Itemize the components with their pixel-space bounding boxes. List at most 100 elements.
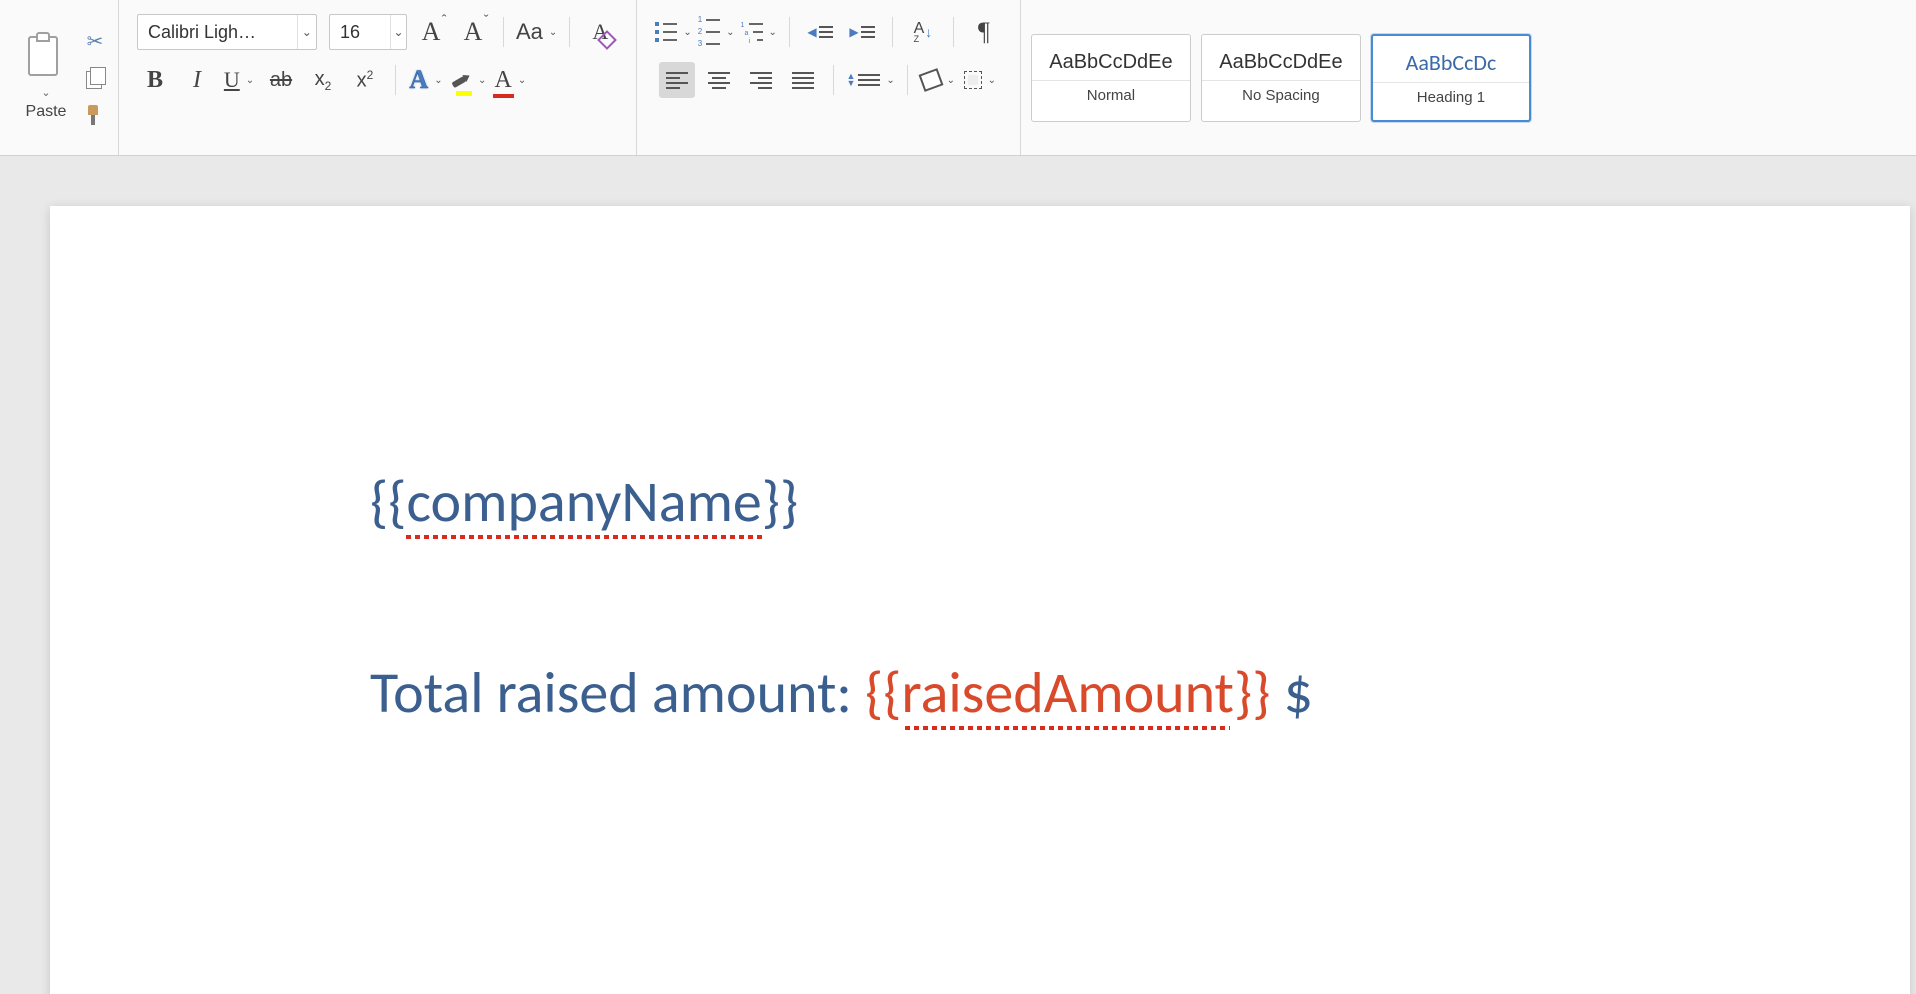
format-painter-button[interactable] bbox=[82, 101, 108, 127]
divider bbox=[953, 17, 954, 47]
shrink-font-button[interactable]: A bbox=[455, 14, 491, 50]
paint-bucket-icon bbox=[918, 68, 943, 92]
style-preview: AaBbCcDdEe bbox=[1219, 51, 1342, 74]
text-effects-icon: A bbox=[409, 65, 428, 95]
divider bbox=[789, 17, 790, 47]
decrease-indent-button[interactable]: ◀ bbox=[802, 14, 838, 50]
superscript-icon: x2 bbox=[357, 68, 374, 93]
chevron-down-icon: ⌄ bbox=[478, 75, 486, 86]
change-case-icon: Aa bbox=[516, 19, 543, 45]
change-case-button[interactable]: Aa ⌄ bbox=[516, 14, 557, 50]
subscript-icon: x2 bbox=[315, 68, 332, 93]
font-color-icon: A bbox=[495, 67, 512, 94]
text-prefix: Total raised amount: bbox=[370, 657, 865, 728]
underline-button[interactable]: U⌄ bbox=[221, 62, 257, 98]
line-spacing-icon: ▲▼ bbox=[846, 73, 880, 87]
cut-button[interactable]: ✂ bbox=[82, 29, 108, 55]
increase-indent-button[interactable]: ▶ bbox=[844, 14, 880, 50]
font-size-input[interactable] bbox=[330, 22, 390, 43]
bold-button[interactable]: B bbox=[137, 62, 173, 98]
paste-button[interactable]: ⌄ Paste bbox=[18, 30, 74, 125]
template-field-company: companyName bbox=[406, 466, 761, 537]
document-page[interactable]: {{companyName}} Total raised amount: {{r… bbox=[50, 206, 1910, 994]
style-no-spacing[interactable]: AaBbCcDdEe No Spacing bbox=[1201, 34, 1361, 122]
scissors-icon: ✂ bbox=[87, 29, 104, 54]
body-line[interactable]: Total raised amount: {{raisedAmount}} $ bbox=[370, 657, 1590, 728]
multilevel-list-button[interactable]: 1ai ⌄ bbox=[741, 14, 777, 50]
clipboard-group: ⌄ Paste ✂ bbox=[8, 0, 119, 155]
line-spacing-button[interactable]: ▲▼ ⌄ bbox=[846, 62, 894, 98]
style-label: Normal bbox=[1032, 80, 1190, 104]
chevron-down-icon: ⌄ bbox=[947, 75, 955, 86]
chevron-down-icon: ⌄ bbox=[683, 27, 691, 38]
grow-font-icon: A bbox=[422, 17, 441, 47]
font-name-combo[interactable]: ⌄ bbox=[137, 14, 317, 50]
justify-icon bbox=[792, 72, 814, 89]
clear-formatting-button[interactable]: A bbox=[582, 14, 618, 50]
chevron-down-icon: ⌄ bbox=[886, 75, 894, 86]
divider bbox=[395, 65, 396, 95]
chevron-down-icon: ⌄ bbox=[726, 27, 734, 38]
font-size-combo[interactable]: ⌄ bbox=[329, 14, 407, 50]
paste-label: Paste bbox=[26, 103, 67, 121]
highlight-button[interactable]: A⌄ bbox=[450, 62, 486, 98]
style-label: Heading 1 bbox=[1373, 82, 1529, 106]
shading-button[interactable]: ⌄ bbox=[920, 62, 956, 98]
style-normal[interactable]: AaBbCcDdEe Normal bbox=[1031, 34, 1191, 122]
ribbon: ⌄ Paste ✂ ⌄ ⌄ A A Aa ⌄ A B bbox=[0, 0, 1916, 156]
chevron-down-icon[interactable]: ⌄ bbox=[297, 15, 316, 49]
style-preview: AaBbCcDc bbox=[1406, 49, 1497, 76]
divider bbox=[892, 17, 893, 47]
divider bbox=[907, 65, 908, 95]
copy-button[interactable] bbox=[82, 65, 108, 91]
arrow-down-icon: ↓ bbox=[925, 24, 932, 40]
divider bbox=[503, 17, 504, 47]
divider bbox=[569, 17, 570, 47]
chevron-down-icon: ⌄ bbox=[41, 86, 50, 99]
brush-icon bbox=[84, 103, 106, 125]
align-center-icon bbox=[708, 72, 730, 89]
numbering-icon: 123 bbox=[698, 16, 720, 48]
bullets-button[interactable]: ⌄ bbox=[655, 14, 691, 50]
align-left-button[interactable] bbox=[659, 62, 695, 98]
document-canvas[interactable]: {{companyName}} Total raised amount: {{r… bbox=[0, 156, 1916, 994]
pilcrow-icon: ¶ bbox=[978, 17, 990, 47]
shrink-font-icon: A bbox=[464, 17, 483, 47]
align-center-button[interactable] bbox=[701, 62, 737, 98]
divider bbox=[833, 65, 834, 95]
chevron-down-icon: ⌄ bbox=[769, 27, 777, 38]
style-heading-1[interactable]: AaBbCcDc Heading 1 bbox=[1371, 34, 1531, 122]
strikethrough-button[interactable]: ab bbox=[263, 62, 299, 98]
superscript-button[interactable]: x2 bbox=[347, 62, 383, 98]
text-effects-button[interactable]: A⌄ bbox=[408, 62, 444, 98]
font-color-button[interactable]: A⌄ bbox=[492, 62, 528, 98]
clipboard-icon bbox=[22, 34, 70, 82]
justify-button[interactable] bbox=[785, 62, 821, 98]
numbering-button[interactable]: 123 ⌄ bbox=[698, 14, 735, 50]
clear-format-icon: A bbox=[592, 19, 608, 45]
bullets-icon bbox=[655, 22, 677, 42]
grow-font-button[interactable]: A bbox=[413, 14, 449, 50]
italic-icon: I bbox=[193, 67, 201, 94]
outdent-icon: ◀ bbox=[807, 25, 832, 39]
borders-icon bbox=[964, 71, 982, 89]
copy-icon bbox=[84, 67, 106, 89]
font-group: ⌄ ⌄ A A Aa⌄ A B I U⌄ ab x2 x2 A⌄ A⌄ A⌄ bbox=[119, 0, 637, 155]
chevron-down-icon[interactable]: ⌄ bbox=[390, 15, 406, 49]
bold-icon: B bbox=[147, 67, 163, 94]
heading-line[interactable]: {{companyName}} bbox=[370, 466, 1590, 537]
chevron-down-icon: ⌄ bbox=[549, 27, 557, 38]
subscript-button[interactable]: x2 bbox=[305, 62, 341, 98]
italic-button[interactable]: I bbox=[179, 62, 215, 98]
align-right-button[interactable] bbox=[743, 62, 779, 98]
style-label: No Spacing bbox=[1202, 80, 1360, 104]
styles-group: AaBbCcDdEe Normal AaBbCcDdEe No Spacing … bbox=[1021, 0, 1541, 155]
font-name-input[interactable] bbox=[138, 22, 297, 43]
text-suffix: $ bbox=[1270, 657, 1313, 728]
show-marks-button[interactable]: ¶ bbox=[966, 14, 1002, 50]
sort-icon: AZ bbox=[914, 21, 924, 42]
borders-button[interactable]: ⌄ bbox=[962, 62, 998, 98]
strike-icon: ab bbox=[270, 69, 292, 92]
sort-button[interactable]: AZ↓ bbox=[905, 14, 941, 50]
highlight-swatch bbox=[456, 91, 472, 96]
